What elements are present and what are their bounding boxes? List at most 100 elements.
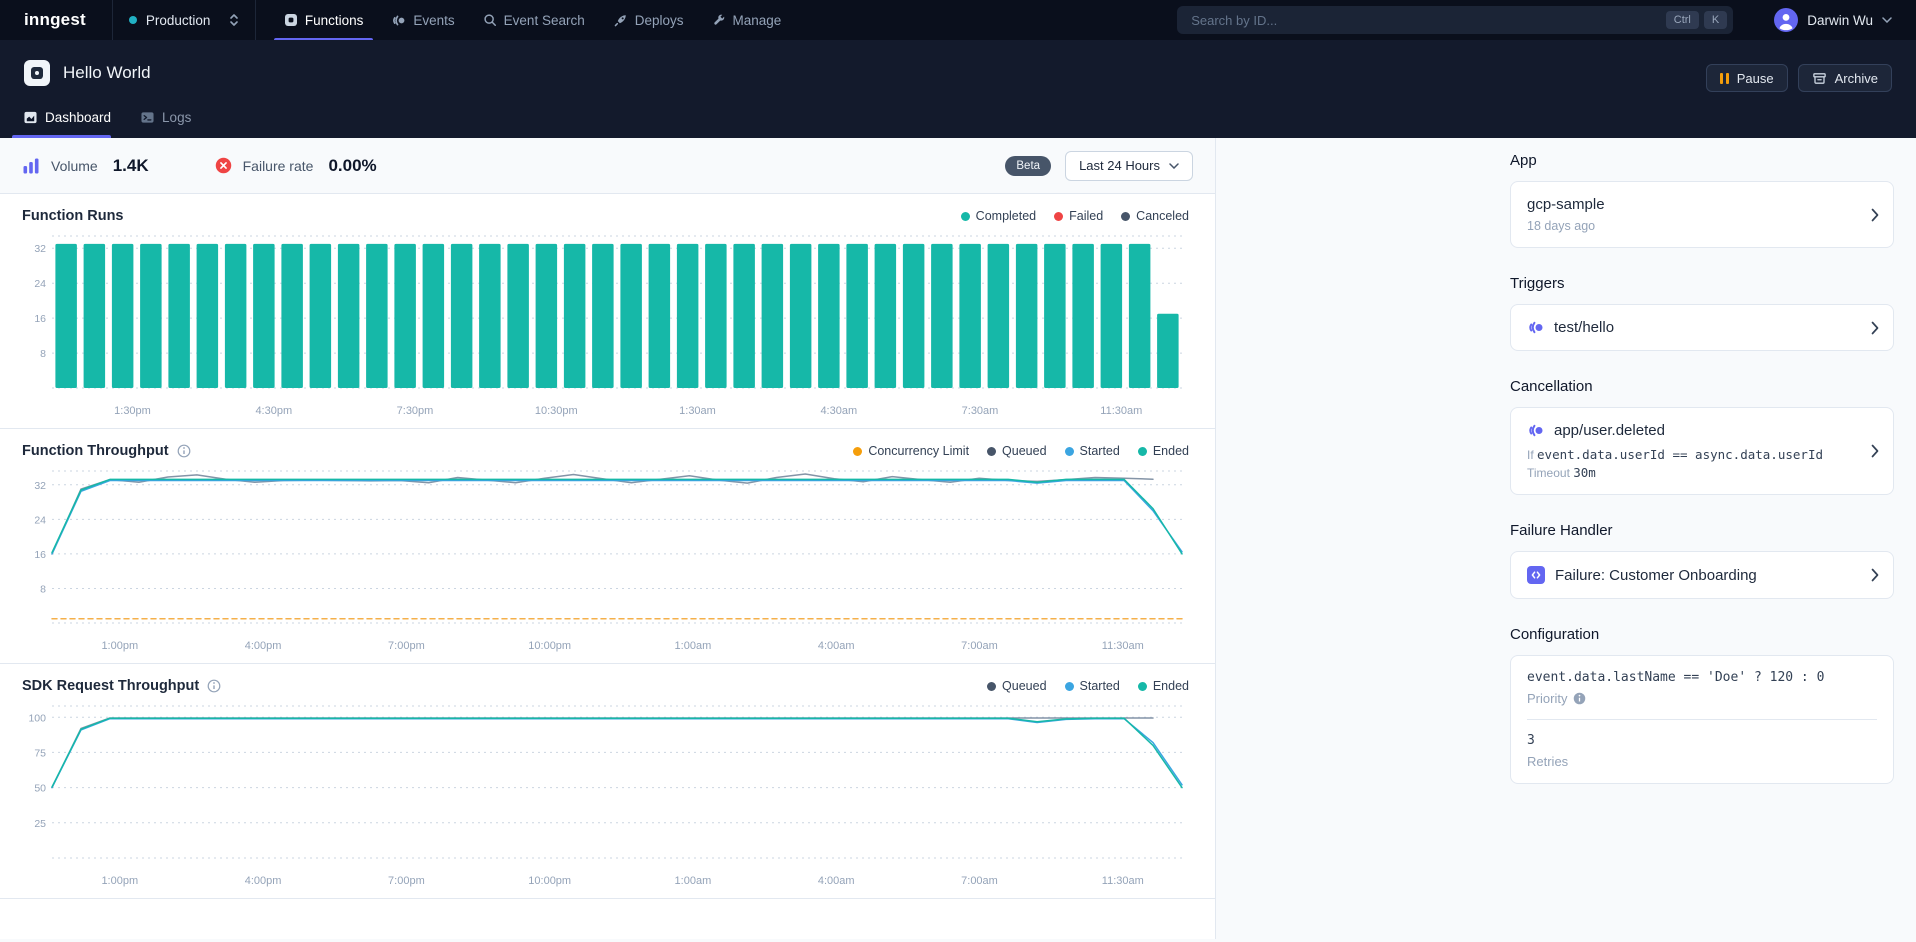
user-menu[interactable]: Darwin Wu <box>1754 8 1916 32</box>
chevron-right-icon <box>1871 568 1879 582</box>
legend-item[interactable]: Started <box>1065 679 1120 693</box>
function-throughput-title: Function Throughput <box>22 443 169 459</box>
svg-text:25: 25 <box>34 818 46 830</box>
legend-item[interactable]: Completed <box>961 209 1036 223</box>
charts-column: Volume 1.4K Failure rate 0.00% Beta Last… <box>0 138 1216 939</box>
legend-dot <box>1138 682 1147 691</box>
svg-text:10:30pm: 10:30pm <box>535 405 578 417</box>
legend-dot <box>961 212 970 221</box>
legend-item[interactable]: Canceled <box>1121 209 1189 223</box>
svg-text:4:00am: 4:00am <box>818 875 855 887</box>
terminal-icon <box>141 111 154 124</box>
info-icon[interactable] <box>207 679 221 693</box>
svg-text:4:00am: 4:00am <box>818 640 855 652</box>
chevron-right-icon <box>1871 444 1879 458</box>
failure-handler-card[interactable]: Failure: Customer Onboarding <box>1510 551 1894 599</box>
tab-logs[interactable]: Logs <box>141 96 191 138</box>
search-icon <box>483 13 497 27</box>
time-range-dropdown[interactable]: Last 24 Hours <box>1065 151 1193 181</box>
app-card[interactable]: gcp-sample 18 days ago <box>1510 181 1894 248</box>
cancellation-card[interactable]: app/user.deleted If event.data.userId ==… <box>1510 407 1894 495</box>
function-throughput-chart: 81624321:00pm4:00pm7:00pm10:00pm1:00am4:… <box>22 463 1189 655</box>
legend-item[interactable]: Ended <box>1138 679 1189 693</box>
nav-tab-manage[interactable]: Manage <box>698 0 796 40</box>
svg-text:1:00am: 1:00am <box>675 640 712 652</box>
environment-status-dot <box>129 16 137 24</box>
user-name: Darwin Wu <box>1807 13 1873 28</box>
svg-text:11:30am: 11:30am <box>1102 875 1144 887</box>
nav-tab-label: Functions <box>305 13 364 28</box>
pause-button[interactable]: Pause <box>1706 64 1787 92</box>
nav-tab-label: Manage <box>733 13 782 28</box>
archive-button[interactable]: Archive <box>1798 64 1892 92</box>
search-input[interactable] <box>1189 12 1661 29</box>
failure-rate-label: Failure rate <box>243 158 314 174</box>
functions-icon <box>284 13 298 27</box>
chevron-down-icon <box>1882 17 1892 23</box>
info-filled-icon[interactable] <box>1573 692 1586 705</box>
function-code-icon <box>1527 566 1545 584</box>
svg-text:7:30pm: 7:30pm <box>397 405 434 417</box>
failure-handler-heading: Failure Handler <box>1510 522 1894 539</box>
sdk-throughput-legend: Queued Started Ended <box>987 679 1189 693</box>
event-trigger-icon <box>1527 422 1544 439</box>
svg-text:1:00am: 1:00am <box>675 875 712 887</box>
inngest-logo[interactable]: inngest <box>0 0 112 40</box>
avatar <box>1774 8 1798 32</box>
cancellation-condition: If event.data.userId == async.data.userI… <box>1527 447 1855 462</box>
rocket-icon <box>613 13 628 28</box>
sdk-throughput-title: SDK Request Throughput <box>22 678 199 694</box>
stats-bar: Volume 1.4K Failure rate 0.00% Beta Last… <box>0 138 1215 194</box>
legend-item[interactable]: Ended <box>1138 444 1189 458</box>
legend-item[interactable]: Concurrency Limit <box>853 444 969 458</box>
svg-text:100: 100 <box>28 712 46 724</box>
nav-tab-deploys[interactable]: Deploys <box>599 0 698 40</box>
nav-tab-functions[interactable]: Functions <box>270 0 378 40</box>
global-search: Ctrl K <box>1177 6 1733 34</box>
legend-item[interactable]: Started <box>1065 444 1120 458</box>
configuration-card: event.data.lastName == 'Doe' ? 120 : 0 P… <box>1510 655 1894 784</box>
svg-text:7:30am: 7:30am <box>962 405 999 417</box>
tab-dashboard[interactable]: Dashboard <box>24 96 111 138</box>
svg-text:32: 32 <box>34 480 46 492</box>
function-runs-title: Function Runs <box>22 208 124 224</box>
legend-dot <box>987 682 996 691</box>
svg-text:10:00pm: 10:00pm <box>528 640 571 652</box>
triggers-section: Triggers test/hello <box>1510 275 1894 351</box>
svg-text:7:00pm: 7:00pm <box>388 875 425 887</box>
failure-x-icon <box>215 157 232 174</box>
svg-text:7:00pm: 7:00pm <box>388 640 425 652</box>
svg-text:1:00pm: 1:00pm <box>101 875 138 887</box>
sdk-throughput-section: SDK Request Throughput Queued Started Ende… <box>0 664 1215 899</box>
nav-tab-label: Deploys <box>635 13 684 28</box>
nav-tab-label: Events <box>413 13 454 28</box>
legend-dot <box>853 447 862 456</box>
volume-bars-icon <box>22 157 40 174</box>
triggers-heading: Triggers <box>1510 275 1894 292</box>
volume-stat: Volume 1.4K <box>22 156 149 176</box>
cancellation-event: app/user.deleted <box>1554 422 1665 439</box>
active-tab-underline <box>12 135 111 138</box>
legend-item[interactable]: Queued <box>987 444 1046 458</box>
environment-selector[interactable]: Production <box>112 0 256 40</box>
retries-value: 3 <box>1527 733 1877 748</box>
svg-text:1:00pm: 1:00pm <box>101 640 138 652</box>
svg-text:24: 24 <box>34 278 46 290</box>
function-runs-legend: Completed Failed Canceled <box>961 209 1189 223</box>
svg-text:24: 24 <box>34 514 46 526</box>
failure-handler-section: Failure Handler Failure: Customer Onboar… <box>1510 522 1894 599</box>
legend-item[interactable]: Failed <box>1054 209 1103 223</box>
info-icon[interactable] <box>177 444 191 458</box>
nav-tab-events[interactable]: Events <box>377 0 468 40</box>
svg-text:4:30am: 4:30am <box>820 405 857 417</box>
svg-text:4:00pm: 4:00pm <box>245 640 282 652</box>
divider <box>1527 719 1877 720</box>
priority-expression: event.data.lastName == 'Doe' ? 120 : 0 <box>1527 670 1877 685</box>
trigger-card[interactable]: test/hello <box>1510 304 1894 351</box>
chevron-right-icon <box>1871 208 1879 222</box>
nav-tab-event-search[interactable]: Event Search <box>469 0 599 40</box>
legend-item[interactable]: Queued <box>987 679 1046 693</box>
svg-text:75: 75 <box>34 747 46 759</box>
failure-rate-stat: Failure rate 0.00% <box>215 156 377 176</box>
chevron-right-icon <box>1871 321 1879 335</box>
